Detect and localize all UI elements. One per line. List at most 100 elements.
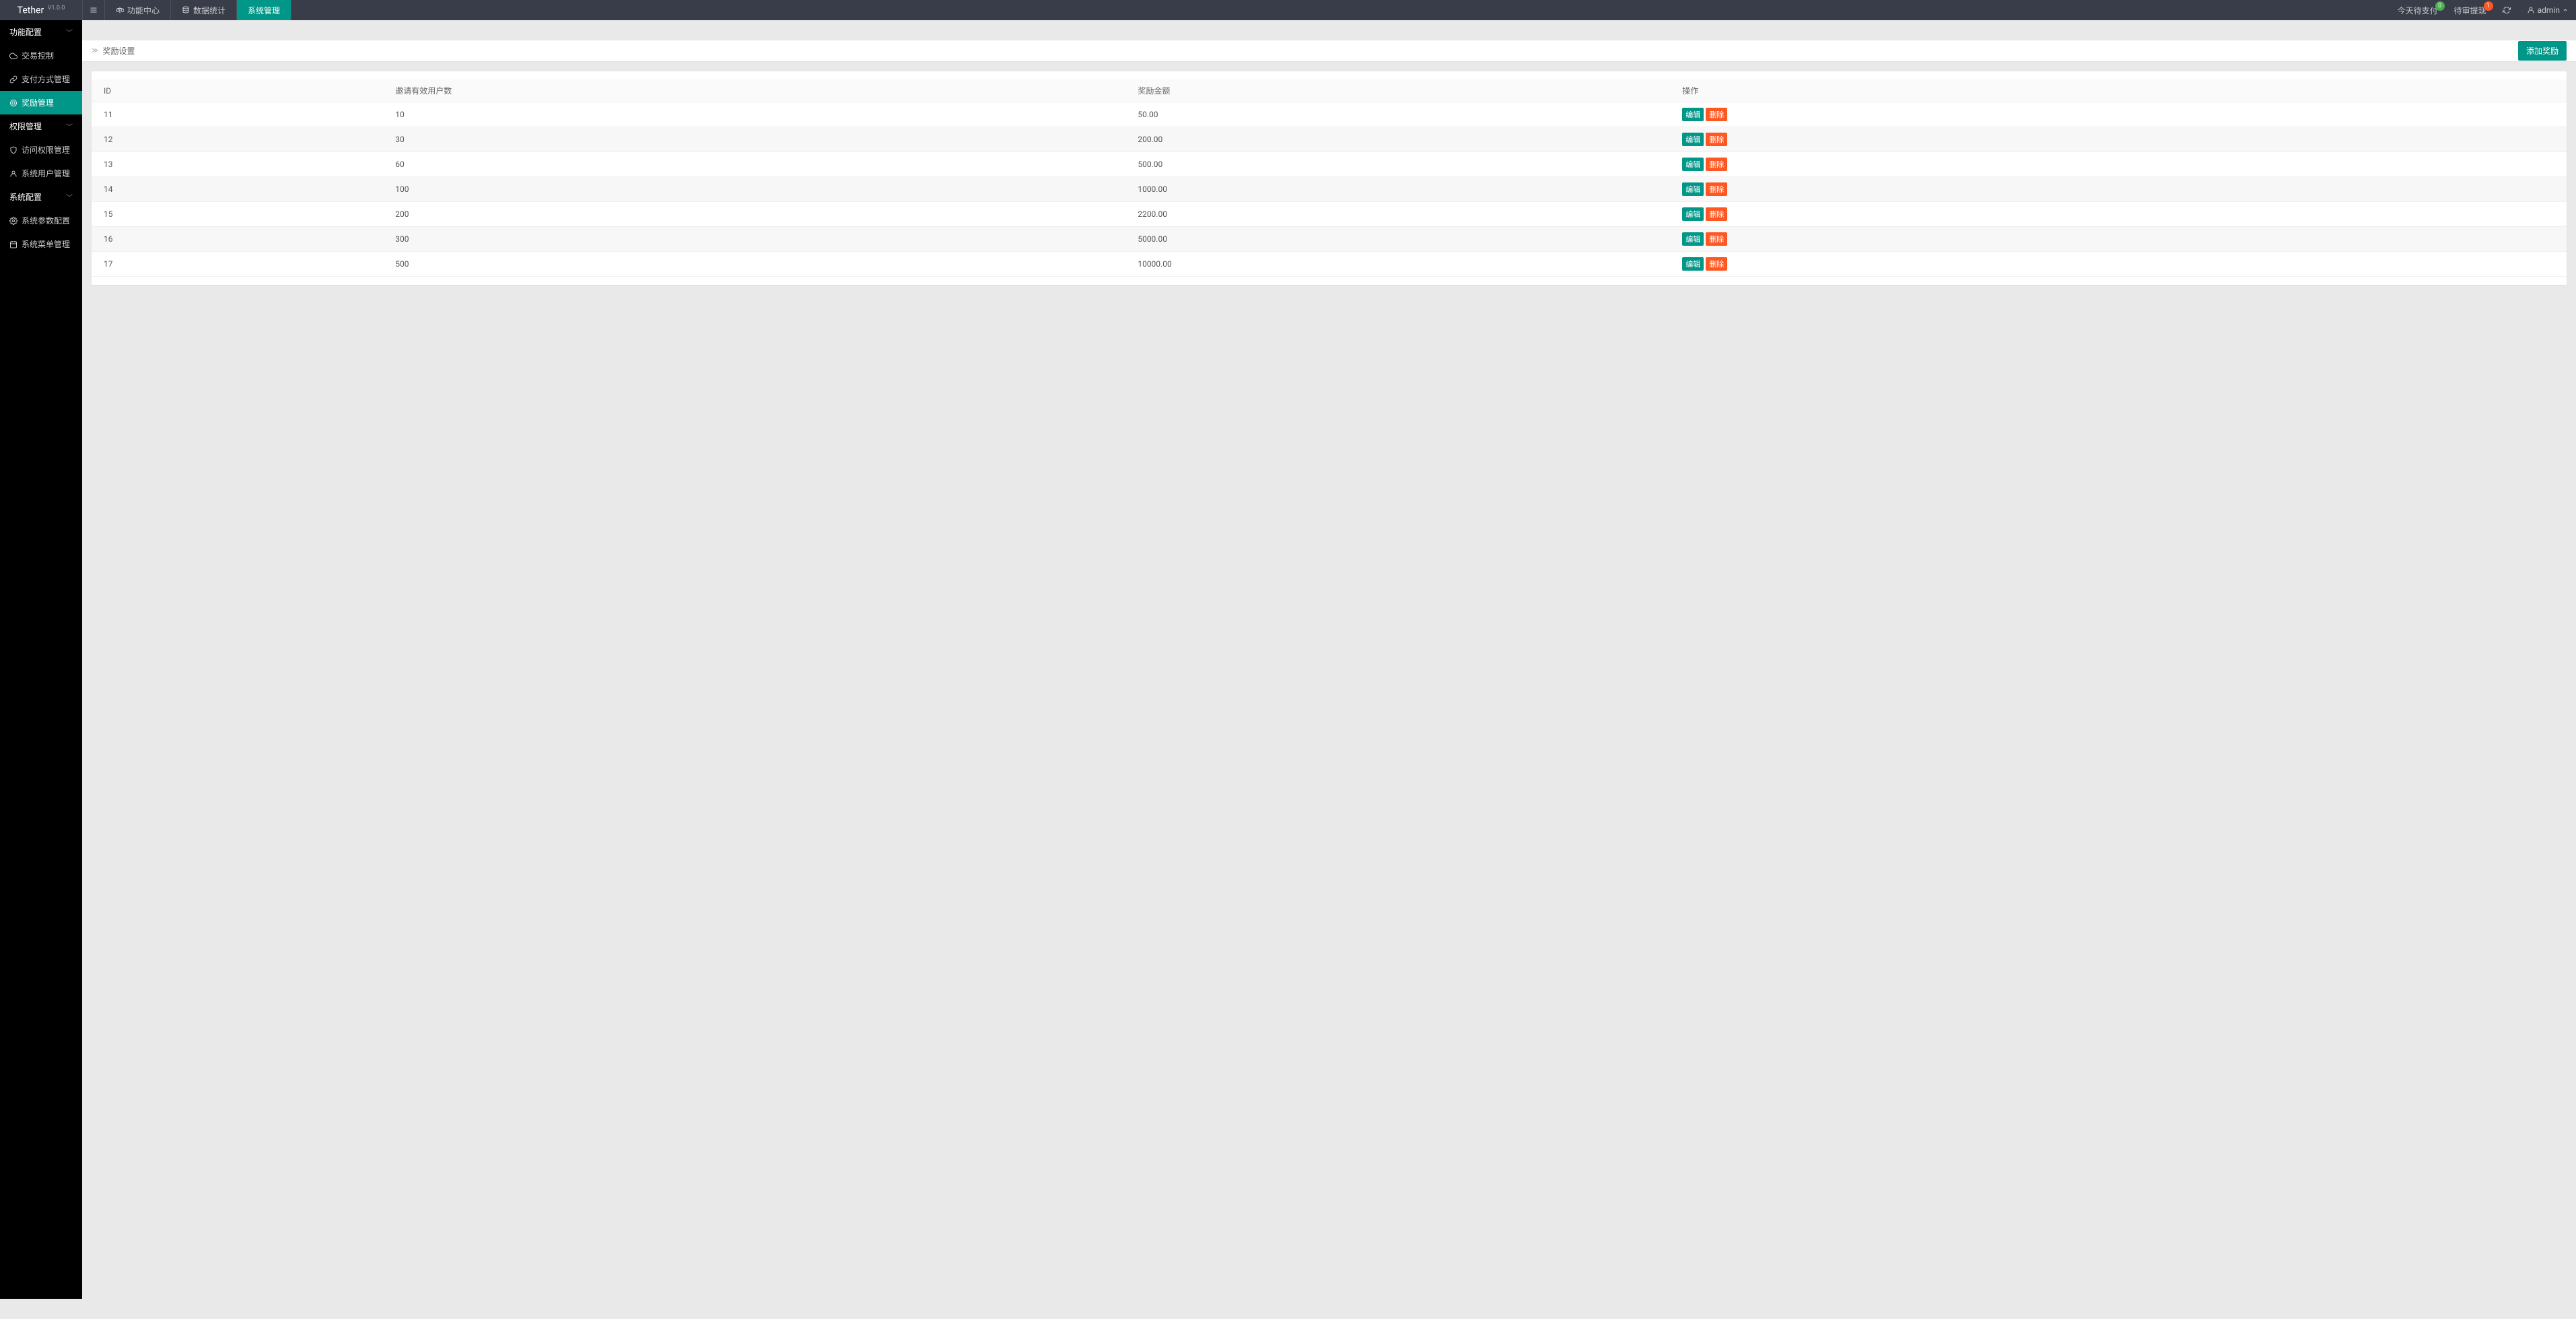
sidebar-item-label: 系统菜单管理 (22, 238, 70, 250)
cell-id: 14 (92, 177, 388, 202)
cell-ops: 编辑删除 (1675, 127, 2567, 152)
table-card: ID 邀请有效用户数 奖励金额 操作 111050.00编辑删除1230200.… (92, 71, 2567, 285)
cell-amount: 10000.00 (1131, 252, 1675, 277)
link-icon (9, 75, 18, 83)
cell-amount: 2200.00 (1131, 202, 1675, 227)
top-nav-function-center[interactable]: 功能中心 (105, 0, 171, 20)
scale-icon (116, 6, 124, 14)
cell-users: 500 (388, 252, 1131, 277)
table-row: 163005000.00 编辑删除 (92, 227, 2567, 252)
breadcrumb-bar: ≫ 奖励设置 添加奖励 (82, 40, 2576, 62)
table-row: 1360500.00编辑删除 (92, 152, 2567, 177)
cell-id: 12 (92, 127, 388, 152)
cell-users: 200 (388, 202, 1131, 227)
menu-icon (90, 6, 98, 14)
brand-name: Tether (18, 5, 44, 15)
th-id: ID (92, 79, 388, 102)
sidebar-item-label: 交易控制 (22, 50, 54, 61)
delete-button[interactable]: 删除 (1706, 133, 1727, 146)
cloud-icon (9, 52, 18, 60)
sidebar: 功能配置 ﹀ 交易控制 支付方式管理 奖励管理 权限管理 ﹀ 访问权限管理 系统… (0, 20, 82, 1299)
cell-ops: 编辑删除 (1675, 202, 2567, 227)
badge-icon (9, 99, 18, 107)
sidebar-item-sysparam[interactable]: 系统参数配置 (0, 209, 82, 232)
sidebar-toggle[interactable] (82, 0, 105, 20)
reward-table: ID 邀请有效用户数 奖励金额 操作 111050.00编辑删除1230200.… (92, 79, 2567, 277)
sidebar-item-sysmenu[interactable]: 系统菜单管理 (0, 232, 82, 256)
top-nav-data-stats[interactable]: 数据统计 (171, 0, 237, 20)
delete-button[interactable]: 删除 (1706, 108, 1727, 121)
sidebar-group-permission[interactable]: 权限管理 ﹀ (0, 114, 82, 138)
cell-id: 13 (92, 152, 388, 177)
breadcrumb-arrow-icon: ≫ (92, 47, 98, 55)
cell-users: 30 (388, 127, 1131, 152)
pending-pay[interactable]: 今天待支付 0 (2390, 0, 2446, 20)
user-menu[interactable]: admin (2519, 0, 2576, 20)
sidebar-group-function[interactable]: 功能配置 ﹀ (0, 20, 82, 44)
sidebar-group-label: 功能配置 (9, 26, 42, 38)
chevron-down-icon: ﹀ (66, 121, 73, 131)
top-nav: 功能中心 数据统计 系统管理 (105, 0, 291, 20)
cell-id: 16 (92, 227, 388, 252)
edit-button[interactable]: 编辑 (1682, 182, 1704, 196)
delete-button[interactable]: 删除 (1706, 207, 1727, 221)
cell-ops: 编辑删除 (1675, 102, 2567, 127)
breadcrumb: ≫ 奖励设置 (92, 45, 135, 57)
content: ID 邀请有效用户数 奖励金额 操作 111050.00编辑删除1230200.… (82, 62, 2576, 294)
sidebar-item-sysuser-mgmt[interactable]: 系统用户管理 (0, 162, 82, 185)
brand-version: V1.0.0 (48, 5, 65, 11)
delete-button[interactable]: 删除 (1706, 158, 1727, 171)
cell-amount: 200.00 (1131, 127, 1675, 152)
sidebar-item-access-mgmt[interactable]: 访问权限管理 (0, 138, 82, 162)
cell-id: 17 (92, 252, 388, 277)
sidebar-item-reward-mgmt[interactable]: 奖励管理 (0, 91, 82, 114)
sidebar-item-trade-control[interactable]: 交易控制 (0, 44, 82, 67)
cell-amount: 1000.00 (1131, 177, 1675, 202)
cell-id: 11 (92, 102, 388, 127)
cell-users: 100 (388, 177, 1131, 202)
sidebar-item-label: 支付方式管理 (22, 73, 70, 85)
chevron-down-icon: ﹀ (66, 27, 73, 37)
edit-button[interactable]: 编辑 (1682, 158, 1704, 171)
edit-button[interactable]: 编辑 (1682, 207, 1704, 221)
cell-ops: 编辑删除 (1675, 152, 2567, 177)
cell-users: 10 (388, 102, 1131, 127)
calendar-icon (9, 240, 18, 248)
cell-id: 15 (92, 202, 388, 227)
sidebar-item-label: 访问权限管理 (22, 144, 70, 156)
sidebar-group-sysconfig[interactable]: 系统配置 ﹀ (0, 185, 82, 209)
user-name: admin (2538, 5, 2560, 15)
sidebar-item-payment-mgmt[interactable]: 支付方式管理 (0, 67, 82, 91)
pending-review-label: 待审提现 (2454, 5, 2486, 16)
add-reward-button[interactable]: 添加奖励 (2518, 41, 2567, 61)
edit-button[interactable]: 编辑 (1682, 232, 1704, 246)
table-row: 1750010000.00 编辑删除 (92, 252, 2567, 277)
cell-amount: 500.00 (1131, 152, 1675, 177)
cell-users: 300 (388, 227, 1131, 252)
cell-users: 60 (388, 152, 1131, 177)
th-amount: 奖励金额 (1131, 79, 1675, 102)
edit-button[interactable]: 编辑 (1682, 108, 1704, 121)
top-right: 今天待支付 0 待审提现 1 admin (2390, 0, 2576, 20)
user-icon (2527, 6, 2535, 14)
user-icon (9, 170, 18, 178)
sidebar-item-label: 系统用户管理 (22, 168, 70, 179)
th-ops: 操作 (1675, 79, 2567, 102)
top-header: Tether V1.0.0 功能中心 数据统计 系统管理 今天待支付 0 (0, 0, 2576, 20)
edit-button[interactable]: 编辑 (1682, 257, 1704, 271)
cell-amount: 5000.00 (1131, 227, 1675, 252)
chevron-down-icon: ﹀ (66, 192, 73, 202)
refresh-button[interactable] (2495, 0, 2519, 20)
delete-button[interactable]: 删除 (1706, 257, 1727, 271)
chevron-up-icon (2563, 6, 2568, 14)
edit-button[interactable]: 编辑 (1682, 133, 1704, 146)
top-nav-label: 系统管理 (248, 5, 280, 16)
delete-button[interactable]: 删除 (1706, 182, 1727, 196)
top-nav-system-mgmt[interactable]: 系统管理 (237, 0, 291, 20)
sidebar-group-label: 系统配置 (9, 191, 42, 203)
top-nav-label: 功能中心 (127, 5, 160, 16)
delete-button[interactable]: 删除 (1706, 232, 1727, 246)
table-row: 111050.00编辑删除 (92, 102, 2567, 127)
cell-ops: 编辑删除 (1675, 177, 2567, 202)
pending-review[interactable]: 待审提现 1 (2446, 0, 2495, 20)
